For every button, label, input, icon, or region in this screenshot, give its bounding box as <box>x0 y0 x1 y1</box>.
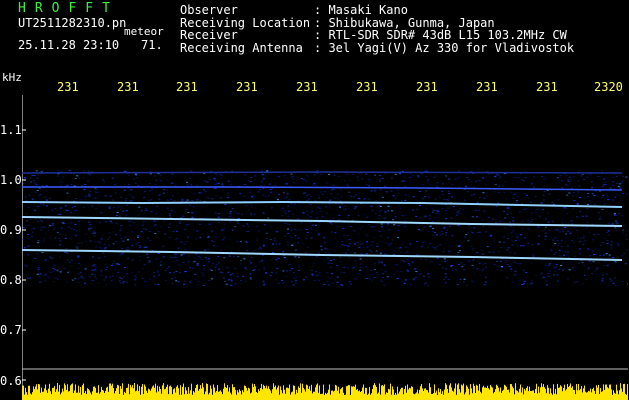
date-time: 25.11.28 23:10 <box>18 38 120 52</box>
carrier-trace <box>22 249 623 261</box>
info-row-observer: Observer : Masaki Kano <box>180 4 574 17</box>
info-label: Observer <box>180 3 238 17</box>
info-row-receiver: Receiver : RTL-SDR SDR# 43dB L15 103.2MH… <box>180 29 574 42</box>
time-label: 231 <box>356 80 378 94</box>
time-label: 2320 <box>594 80 623 94</box>
info-label: Receiver <box>180 28 238 42</box>
file-name: UT2511282310.pn <box>18 16 127 30</box>
info-panel: Observer : Masaki Kano Receiving Locatio… <box>180 4 574 54</box>
info-value: : Masaki Kano <box>314 3 408 17</box>
y-label: 0.7 <box>0 323 22 337</box>
y-label: 0.6 <box>0 374 22 388</box>
info-label: Receiving Antenna <box>180 40 303 55</box>
y-label: 0.9 <box>0 223 22 237</box>
count-value: 71. <box>141 38 163 52</box>
y-label: 1.1 <box>0 123 22 137</box>
time-label: 231 <box>117 80 139 94</box>
y-unit-label: kHz <box>2 71 22 84</box>
station-tag: HROFFT <box>18 1 119 16</box>
y-label: 1.0 <box>0 173 22 187</box>
time-label: 231 <box>296 80 318 94</box>
time-label: 231 <box>536 80 558 94</box>
y-label: 0.8 <box>0 273 22 287</box>
time-label: 231 <box>57 80 79 94</box>
mode-label: meteor <box>124 25 164 38</box>
time-label: 231 <box>176 80 198 94</box>
carrier-trace <box>22 186 623 191</box>
spectrogram <box>22 95 628 400</box>
carrier-trace <box>22 171 623 174</box>
time-label: 231 <box>236 80 258 94</box>
info-value: : 3el Yagi(V) Az 330 for Vladivostok <box>314 40 575 55</box>
carrier-trace <box>22 200 623 208</box>
info-row-antenna: Receiving Antenna : 3el Yagi(V) Az 330 f… <box>180 40 575 55</box>
time-label: 231 <box>476 80 498 94</box>
amplitude-strip <box>22 383 628 400</box>
info-value: : RTL-SDR SDR# 43dB L15 103.2MHz CW <box>314 28 567 42</box>
time-label: 231 <box>416 80 438 94</box>
